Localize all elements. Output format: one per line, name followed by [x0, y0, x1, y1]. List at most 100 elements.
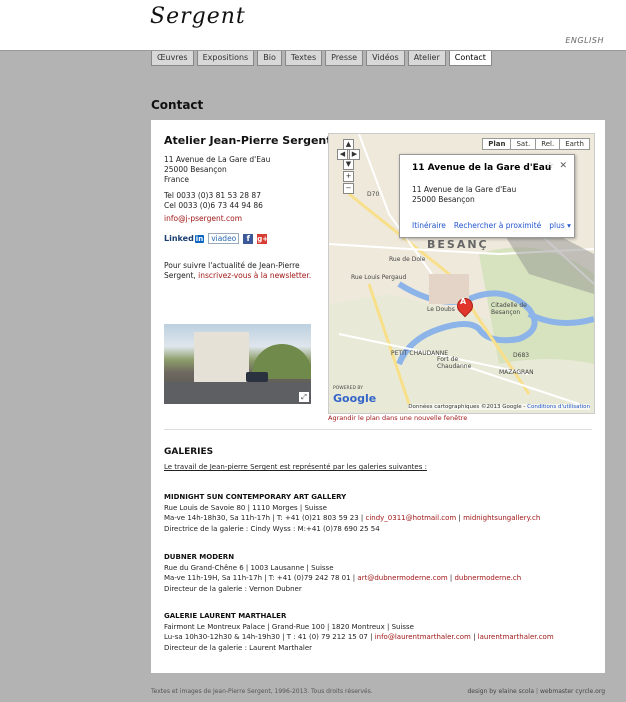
atelier-email-link[interactable]: info@j-psergent.com	[164, 214, 242, 223]
pan-down-icon[interactable]: ▼	[343, 159, 354, 170]
search-nearby-link[interactable]: Rechercher à proximité	[454, 221, 541, 230]
linkedin-in: in	[194, 235, 205, 243]
gallery-hours-line: Lu-sa 10h30-12h30 & 14h-19h30 | T : 41 (…	[164, 633, 554, 641]
star-icon[interactable]: ☆	[546, 161, 554, 171]
street-view-image[interactable]: ⤢	[164, 324, 311, 404]
info-address-line-2: 25000 Besançon	[412, 195, 475, 204]
map-type-rel[interactable]: Rel.	[535, 138, 561, 150]
map-copyright: Données cartographiques ©2013 Google - C…	[408, 404, 590, 410]
phone-tel: Tel 0033 (0)3 81 53 28 87	[164, 191, 261, 200]
info-window-address: 11 Avenue de la Gare d'Eau 25000 Besanço…	[412, 185, 516, 205]
footer-webmaster-link[interactable]: webmaster cyrcle.org	[540, 688, 605, 695]
linkedin-icon[interactable]: Linked in	[164, 234, 205, 243]
googleplus-icon[interactable]: g+	[257, 233, 268, 244]
nav-tab-videos[interactable]: Vidéos	[366, 51, 405, 66]
enlarge-map-link[interactable]: Agrandir le plan dans une nouvelle fenêt…	[328, 414, 467, 422]
page-title: Contact	[151, 98, 204, 112]
gallery-director: Directeur de la galerie : Vernon Dubner	[164, 584, 302, 593]
gallery-item: DUBNER MODERN Rue du Grand-Chêne 6 | 100…	[164, 552, 521, 594]
map-marker-letter: A	[460, 297, 467, 306]
linkedin-label: Linked	[164, 234, 194, 243]
gallery-hours-line: Ma-ve 11h-19H, Sa 11h-17h | T: +41 (0)79…	[164, 574, 522, 582]
language-switch-link[interactable]: ENGLISH	[565, 36, 604, 45]
galleries-title: GALERIES	[164, 447, 214, 457]
zoom-in-icon[interactable]: +	[343, 171, 354, 182]
nav-tab-expositions[interactable]: Expositions	[196, 51, 255, 66]
social-links: Linked in viadeo f g+	[164, 233, 268, 244]
nav-tab-contact[interactable]: Contact	[448, 51, 492, 66]
powered-by-label: POWERED BY	[333, 386, 364, 391]
map-label-citadelle: Citadelle de Besançon	[491, 302, 527, 316]
footer-copyright: Textes et images de Jean-Pierre Sergent,…	[151, 688, 373, 695]
gallery-hours: Ma-ve 11h-19H, Sa 11h-17h | T: +41 (0)79…	[164, 574, 356, 582]
contact-card: Atelier Jean-Pierre Sergent 11 Avenue de…	[151, 120, 605, 673]
map-copyright-text: Données cartographiques ©2013 Google -	[408, 404, 526, 410]
sv-house	[194, 332, 249, 384]
fullscreen-icon[interactable]: ⤢	[299, 392, 309, 402]
gallery-site-link[interactable]: dubnermoderne.ch	[454, 574, 521, 582]
map-terms-link[interactable]: Conditions d'utilisation	[527, 404, 590, 410]
map-type-switcher: Plan Sat. Rel. Earth	[482, 138, 590, 150]
directions-link[interactable]: Itinéraire	[412, 221, 446, 230]
gallery-email-link[interactable]: art@dubnermoderne.com	[357, 574, 447, 582]
newsletter-link[interactable]: inscrivez-vous à la newsletter.	[198, 271, 311, 280]
info-address-line-1: 11 Avenue de la Gare d'Eau	[412, 185, 517, 194]
gallery-hours: Ma-ve 14h-18h30, Sa 11h-17h | T: +41 (0)…	[164, 514, 364, 522]
gallery-director: Directrice de la galerie : Cindy Wyss : …	[164, 524, 380, 533]
logo-text: Sergent	[150, 4, 246, 29]
gallery-hours-line: Ma-ve 14h-18h30, Sa 11h-17h | T: +41 (0)…	[164, 514, 541, 522]
sv-car	[246, 372, 268, 382]
info-window-title: 11 Avenue de la Gare d'Eau	[412, 163, 552, 173]
map-type-plan[interactable]: Plan	[482, 138, 512, 150]
gallery-name: GALERIE LAURENT MARTHALER	[164, 612, 287, 620]
gallery-email-link[interactable]: cindy_0311@hotmail.com	[365, 514, 456, 522]
more-link[interactable]: plus ▾	[549, 221, 571, 230]
close-icon[interactable]: ✕	[559, 161, 567, 171]
nav-tab-presse[interactable]: Presse	[325, 51, 364, 66]
section-divider	[164, 429, 592, 430]
nav-tab-atelier[interactable]: Atelier	[407, 51, 446, 66]
atelier-address: 11 Avenue de La Gare d'Eau 25000 Besanço…	[164, 155, 270, 211]
gallery-name: MIDNIGHT SUN CONTEMPORARY ART GALLERY	[164, 493, 347, 501]
atelier-title: Atelier Jean-Pierre Sergent	[164, 134, 332, 147]
sv-road	[164, 382, 311, 404]
map-city-label: BESANÇ	[427, 238, 489, 251]
chevron-down-icon: ▾	[567, 221, 571, 230]
info-window-links: Itinéraire Rechercher à proximité plus ▾	[412, 221, 571, 230]
map-label-d70: D70	[367, 191, 380, 198]
google-map[interactable]: ▲ ◀ ▶ ▼ + − Plan Sat. Rel. Earth BESANÇ …	[328, 133, 595, 414]
facebook-icon[interactable]: f	[243, 233, 254, 244]
map-type-sat[interactable]: Sat.	[510, 138, 537, 150]
gallery-address: Fairmont Le Montreux Palace | Grand-Rue …	[164, 622, 414, 631]
map-label-mazagran: MAZAGRAN	[499, 369, 534, 376]
site-logo[interactable]: Sergent	[150, 4, 246, 29]
gallery-item: MIDNIGHT SUN CONTEMPORARY ART GALLERY Ru…	[164, 492, 540, 534]
gallery-address: Rue du Grand-Chêne 6 | 1003 Lausanne | S…	[164, 563, 334, 572]
main-nav: Œuvres Expositions Bio Textes Presse Vid…	[151, 51, 495, 66]
footer-design-link[interactable]: design by elaine scola	[467, 688, 534, 695]
google-logo[interactable]: Google	[333, 392, 376, 405]
viadeo-icon[interactable]: viadeo	[208, 233, 240, 244]
gallery-site-link[interactable]: laurentmarthaler.com	[478, 633, 554, 641]
nav-tab-bio[interactable]: Bio	[257, 51, 282, 66]
map-label-d683: D683	[513, 352, 530, 359]
footer-credits: design by elaine scola | webmaster cyrcl…	[467, 688, 605, 695]
map-label-doubs: Le Doubs	[427, 306, 455, 313]
gallery-director: Directeur de la galerie : Laurent Martha…	[164, 643, 313, 652]
map-type-earth[interactable]: Earth	[559, 138, 590, 150]
address-line-1: 11 Avenue de La Gare d'Eau	[164, 155, 271, 164]
map-label-fort-chaudanne: Fort de Chaudanne	[437, 356, 472, 370]
gallery-site-link[interactable]: midnightsungallery.ch	[463, 514, 540, 522]
gallery-email-link[interactable]: info@laurentmarthaler.com	[375, 633, 471, 641]
zoom-out-icon[interactable]: −	[343, 183, 354, 194]
footer-separator: |	[535, 688, 539, 695]
galleries-intro: Le travail de Jean-pierre Sergent est re…	[164, 463, 427, 471]
newsletter-text: Pour suivre l'actualité de Jean-Pierre S…	[164, 261, 314, 281]
gallery-hours: Lu-sa 10h30-12h30 & 14h-19h30 | T : 41 (…	[164, 633, 373, 641]
nav-tab-textes[interactable]: Textes	[284, 51, 323, 66]
map-label-rue-pergaud: Rue Louis Pergaud	[351, 274, 407, 281]
nav-tab-oeuvres[interactable]: Œuvres	[151, 51, 194, 66]
more-label: plus	[549, 221, 565, 230]
phone-cell: Cel 0033 (0)6 73 44 94 86	[164, 201, 263, 210]
address-country: France	[164, 175, 189, 184]
